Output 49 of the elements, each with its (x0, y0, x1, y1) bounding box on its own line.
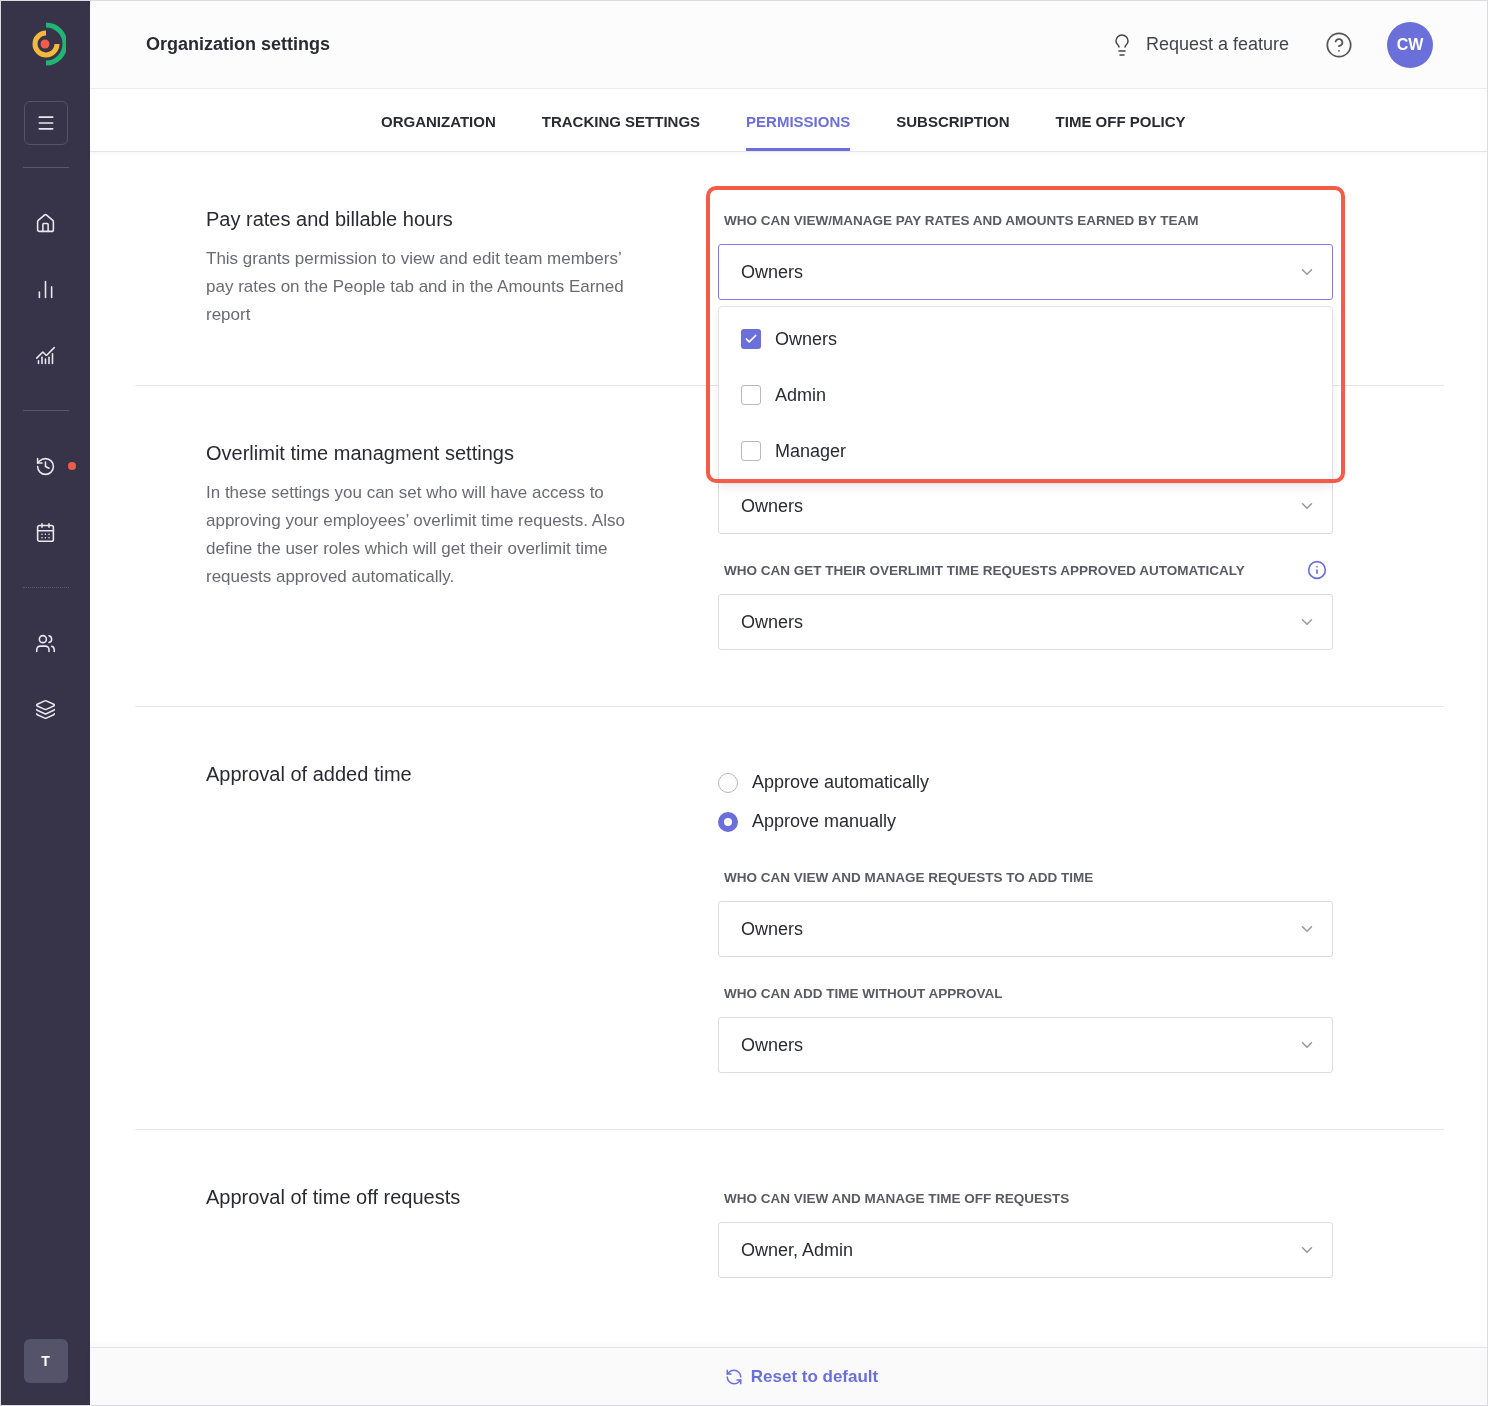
section-title: Overlimit time managment settings (206, 442, 515, 465)
option-label[interactable]: Owners (775, 328, 837, 350)
field-label: WHO CAN VIEW AND MANAGE TIME OFF REQUESTS (724, 1190, 1070, 1206)
users-icon (35, 632, 56, 654)
section-description: In these settings you can set who will have access to approving your employees’ overlimit time requests. Also define the user roles which will get their overlimit time requests approved automatically. (206, 482, 626, 588)
role-select[interactable]: Owners (718, 901, 1333, 957)
role-select[interactable]: Owner, Admin (718, 1222, 1333, 1278)
field-label: WHO CAN ADD TIME WITHOUT APPROVAL (724, 985, 1003, 1001)
reset-icon (724, 1367, 743, 1386)
settings-tab[interactable]: SUBSCRIPTION (896, 89, 1010, 151)
page-title: Organization settings (146, 34, 332, 55)
settings-tab[interactable]: TRACKING SETTINGS (541, 89, 701, 151)
checkbox[interactable] (741, 329, 761, 349)
field-label: WHO CAN GET THEIR OVERLIMIT TIME REQUESTS APPROVED AUTOMATICALY (724, 562, 1245, 578)
section-title: Approval of added time (206, 763, 413, 786)
settings-tab[interactable]: PERMISSIONS (746, 89, 851, 151)
role-select[interactable]: Owners (718, 1017, 1333, 1073)
info-icon[interactable] (1307, 560, 1327, 580)
settings-tab[interactable]: TIME OFF POLICY (1055, 89, 1186, 151)
role-select[interactable]: Owners (718, 244, 1333, 300)
section-description: This grants permission to view and edit team members’ pay rates on the People tab and in the Amounts Earned report (206, 248, 625, 326)
checkbox[interactable] (741, 441, 761, 461)
radio-label: Approve automatically (752, 772, 930, 793)
section-title: Approval of time off requests (206, 1186, 462, 1209)
workspace-button[interactable]: T (23, 1339, 68, 1383)
home-icon (35, 212, 56, 234)
chart-icon (35, 344, 56, 366)
radio-option[interactable]: Approve manually (718, 802, 1333, 841)
option-label[interactable]: Admin (775, 384, 827, 406)
section-title: Pay rates and billable hours (206, 208, 454, 231)
option-label[interactable]: Manager (775, 440, 847, 462)
radio-button[interactable] (718, 811, 738, 832)
calendar-icon (35, 521, 56, 543)
radio-option[interactable]: Approve automatically (718, 763, 1333, 802)
field-label: WHO CAN VIEW/MANAGE PAY RATES AND AMOUNTS EARNED BY TEAM (724, 212, 1199, 228)
layers-icon (35, 698, 56, 720)
role-select[interactable]: Owners (718, 594, 1333, 650)
request-feature-button[interactable]: Request a feature (1103, 31, 1295, 58)
settings-tab[interactable]: ORGANIZATION (381, 89, 496, 151)
radio-button[interactable] (718, 772, 738, 793)
history-icon (35, 455, 56, 477)
check-icon (744, 332, 758, 346)
radio-label: Approve manually (752, 811, 897, 832)
reset-button[interactable]: Reset to default (718, 1365, 885, 1388)
field-label: WHO CAN VIEW AND MANAGE REQUESTS TO ADD TIME (724, 869, 1094, 885)
menu-button[interactable] (23, 101, 68, 145)
help-button[interactable] (1325, 30, 1353, 59)
checkbox[interactable] (741, 385, 761, 405)
user-avatar[interactable]: CW (1387, 21, 1433, 68)
